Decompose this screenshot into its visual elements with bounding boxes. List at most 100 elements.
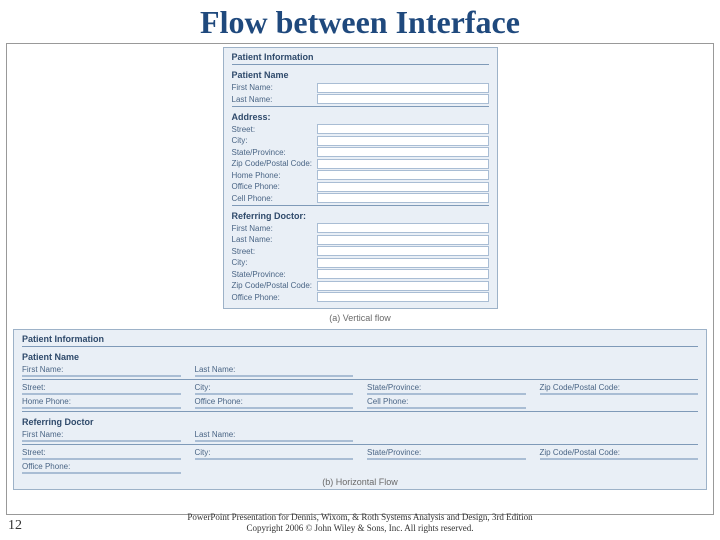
h-patient-name-header: Patient Name bbox=[22, 350, 698, 363]
patient-info-header: Patient Information bbox=[232, 50, 489, 63]
h-label-doc-street: Street: bbox=[22, 448, 181, 457]
horizontal-caption: (b) Horizontal Flow bbox=[22, 476, 698, 487]
h-label-doc-city: City: bbox=[195, 448, 354, 457]
hcell-doc-city: City: bbox=[195, 448, 354, 460]
label-city: City: bbox=[232, 136, 317, 145]
row-home-phone: Home Phone: bbox=[232, 170, 489, 180]
h-input-doc-street[interactable] bbox=[22, 458, 181, 460]
hcell-doc-last-name: Last Name: bbox=[195, 430, 354, 442]
hcell-cell-phone: Cell Phone: bbox=[367, 397, 526, 409]
input-doc-city[interactable] bbox=[317, 258, 489, 268]
h-input-last-name[interactable] bbox=[195, 375, 354, 377]
label-doc-street: Street: bbox=[232, 247, 317, 256]
h-patient-info-header: Patient Information bbox=[22, 332, 698, 345]
label-doc-first-name: First Name: bbox=[232, 224, 317, 233]
h-label-doc-first-name: First Name: bbox=[22, 430, 181, 439]
credit-text: PowerPoint Presentation for Dennis, Wixo… bbox=[0, 512, 720, 534]
address-header: Address: bbox=[232, 110, 489, 123]
hcell-zip: Zip Code/Postal Code: bbox=[540, 383, 699, 395]
h-label-street: Street: bbox=[22, 383, 181, 392]
h-input-first-name[interactable] bbox=[22, 375, 181, 377]
patient-name-header: Patient Name bbox=[232, 68, 489, 81]
hcell-doc-office-phone: Office Phone: bbox=[22, 462, 181, 474]
h-label-office-phone: Office Phone: bbox=[195, 397, 354, 406]
referring-doctor-header: Referring Doctor: bbox=[232, 209, 489, 222]
h-input-state[interactable] bbox=[367, 393, 526, 395]
input-last-name[interactable] bbox=[317, 94, 489, 104]
hcell-doc-state: State/Province: bbox=[367, 448, 526, 460]
input-cell-phone[interactable] bbox=[317, 193, 489, 203]
h-input-doc-zip[interactable] bbox=[540, 458, 699, 460]
input-doc-office-phone[interactable] bbox=[317, 292, 489, 302]
credit-line-2: Copyright 2006 © John Wiley & Sons, Inc.… bbox=[40, 523, 680, 534]
input-state[interactable] bbox=[317, 147, 489, 157]
h-label-state: State/Province: bbox=[367, 383, 526, 392]
input-doc-first-name[interactable] bbox=[317, 223, 489, 233]
row-office-phone: Office Phone: bbox=[232, 182, 489, 192]
label-first-name: First Name: bbox=[232, 83, 317, 92]
hcell-state: State/Province: bbox=[367, 383, 526, 395]
row-state: State/Province: bbox=[232, 147, 489, 157]
h-label-doc-zip: Zip Code/Postal Code: bbox=[540, 448, 699, 457]
hcell-doc-zip: Zip Code/Postal Code: bbox=[540, 448, 699, 460]
row-doc-last-name: Last Name: bbox=[232, 235, 489, 245]
input-zip[interactable] bbox=[317, 159, 489, 169]
hcell-first-name: First Name: bbox=[22, 365, 181, 377]
vertical-caption: (a) Vertical flow bbox=[13, 309, 707, 329]
h-input-doc-office-phone[interactable] bbox=[22, 472, 181, 474]
hcell-home-phone: Home Phone: bbox=[22, 397, 181, 409]
row-doc-state: State/Province: bbox=[232, 269, 489, 279]
row-city: City: bbox=[232, 136, 489, 146]
hcell-doc-street: Street: bbox=[22, 448, 181, 460]
row-zip: Zip Code/Postal Code: bbox=[232, 159, 489, 169]
input-home-phone[interactable] bbox=[317, 170, 489, 180]
hcell-street: Street: bbox=[22, 383, 181, 395]
h-input-home-phone[interactable] bbox=[22, 407, 181, 409]
row-street: Street: bbox=[232, 124, 489, 134]
h-label-cell-phone: Cell Phone: bbox=[367, 397, 526, 406]
input-doc-zip[interactable] bbox=[317, 281, 489, 291]
label-doc-state: State/Province: bbox=[232, 270, 317, 279]
label-doc-city: City: bbox=[232, 258, 317, 267]
label-zip: Zip Code/Postal Code: bbox=[232, 159, 317, 168]
h-input-city[interactable] bbox=[195, 393, 354, 395]
h-label-doc-last-name: Last Name: bbox=[195, 430, 354, 439]
h-input-cell-phone[interactable] bbox=[367, 407, 526, 409]
label-last-name: Last Name: bbox=[232, 95, 317, 104]
label-doc-last-name: Last Name: bbox=[232, 235, 317, 244]
input-street[interactable] bbox=[317, 124, 489, 134]
hcell-doc-first-name: First Name: bbox=[22, 430, 181, 442]
h-input-street[interactable] bbox=[22, 393, 181, 395]
input-doc-last-name[interactable] bbox=[317, 235, 489, 245]
h-label-doc-office-phone: Office Phone: bbox=[22, 462, 181, 471]
row-doc-office-phone: Office Phone: bbox=[232, 292, 489, 302]
h-label-first-name: First Name: bbox=[22, 365, 181, 374]
page-number: 12 bbox=[8, 518, 22, 534]
input-city[interactable] bbox=[317, 136, 489, 146]
row-doc-zip: Zip Code/Postal Code: bbox=[232, 281, 489, 291]
h-label-city: City: bbox=[195, 383, 354, 392]
row-cell-phone: Cell Phone: bbox=[232, 193, 489, 203]
figure-area: Patient Information Patient Name First N… bbox=[6, 43, 714, 515]
h-input-office-phone[interactable] bbox=[195, 407, 354, 409]
hcell-city: City: bbox=[195, 383, 354, 395]
h-input-doc-city[interactable] bbox=[195, 458, 354, 460]
h-input-doc-first-name[interactable] bbox=[22, 440, 181, 442]
row-first-name: First Name: bbox=[232, 83, 489, 93]
label-cell-phone: Cell Phone: bbox=[232, 194, 317, 203]
label-doc-office-phone: Office Phone: bbox=[232, 293, 317, 302]
row-doc-first-name: First Name: bbox=[232, 223, 489, 233]
label-state: State/Province: bbox=[232, 148, 317, 157]
credit-line-1: PowerPoint Presentation for Dennis, Wixo… bbox=[40, 512, 680, 523]
input-first-name[interactable] bbox=[317, 83, 489, 93]
h-input-zip[interactable] bbox=[540, 393, 699, 395]
input-doc-state[interactable] bbox=[317, 269, 489, 279]
input-office-phone[interactable] bbox=[317, 182, 489, 192]
label-home-phone: Home Phone: bbox=[232, 171, 317, 180]
row-last-name: Last Name: bbox=[232, 94, 489, 104]
input-doc-street[interactable] bbox=[317, 246, 489, 256]
h-input-doc-state[interactable] bbox=[367, 458, 526, 460]
slide-title: Flow between Interface bbox=[0, 0, 720, 43]
label-street: Street: bbox=[232, 125, 317, 134]
h-input-doc-last-name[interactable] bbox=[195, 440, 354, 442]
